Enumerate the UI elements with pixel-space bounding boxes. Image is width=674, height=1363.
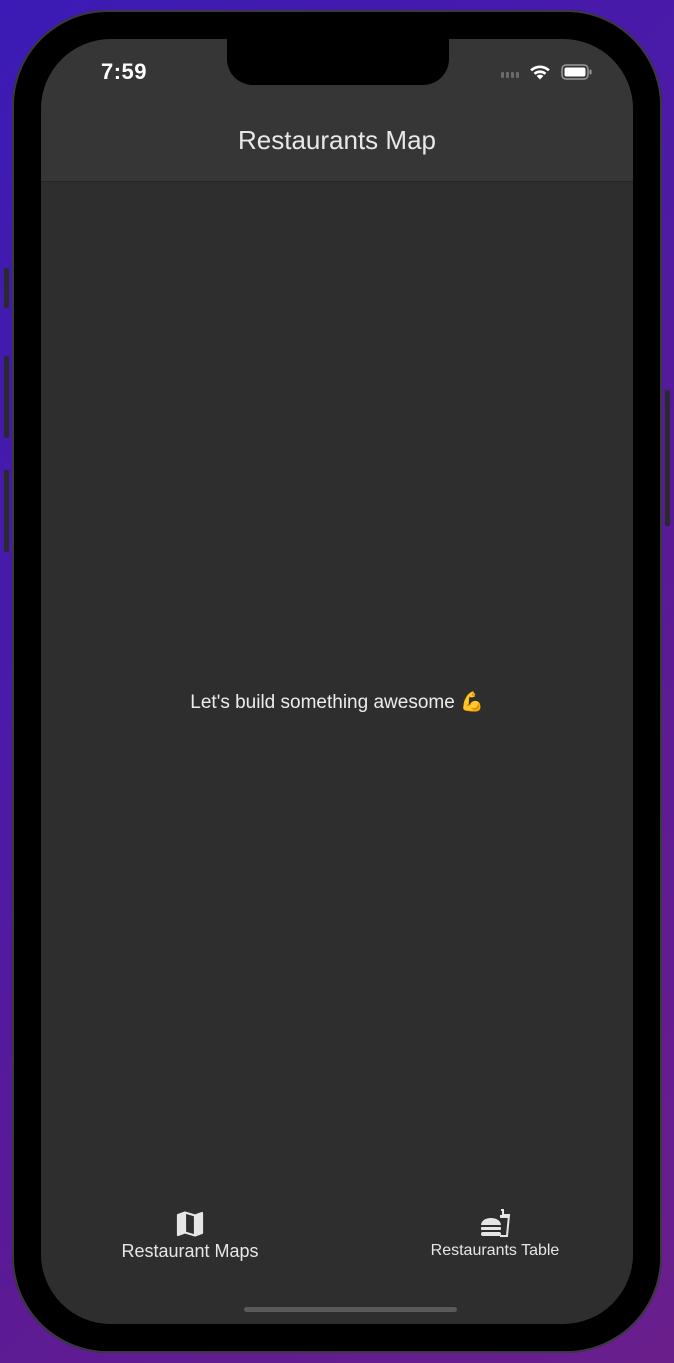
page-title: Restaurants Map <box>238 125 436 155</box>
welcome-message: Let's build something awesome 💪 <box>190 692 484 713</box>
phone-frame: Restaurants Map 7:59 Let's build somethi… <box>4 10 670 1353</box>
app-screen: Restaurants Map 7:59 Let's build somethi… <box>41 39 633 1324</box>
tab-label-restaurant-maps: Restaurant Maps <box>121 1241 259 1261</box>
battery-icon <box>561 63 593 80</box>
volume-up-button <box>4 356 9 438</box>
status-icons <box>501 63 593 80</box>
home-indicator[interactable] <box>244 1307 457 1312</box>
camera-notch <box>227 39 449 85</box>
map-icon <box>176 1210 204 1238</box>
tab-restaurant-maps[interactable]: Restaurant Maps <box>100 1210 280 1262</box>
tab-bar: Restaurant Maps Restaurants Table <box>41 1194 633 1324</box>
wifi-icon <box>529 63 551 80</box>
volume-down-button <box>4 470 9 552</box>
power-button <box>665 390 670 526</box>
tab-label-restaurants-table: Restaurants Table <box>430 1242 560 1259</box>
fastfood-icon <box>479 1209 511 1238</box>
status-time: 7:59 <box>101 59 148 84</box>
tab-restaurants-table[interactable]: Restaurants Table <box>410 1209 580 1260</box>
cellular-signal-icon <box>501 66 519 78</box>
mute-switch <box>4 268 9 308</box>
